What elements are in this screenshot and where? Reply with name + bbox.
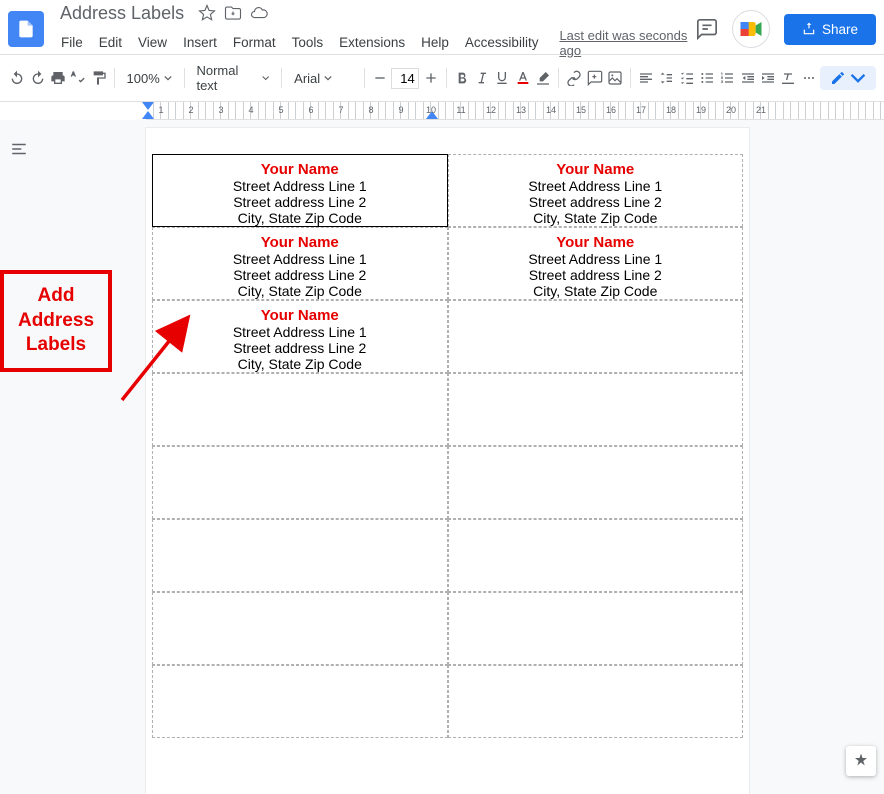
label-city: City, State Zip Code: [455, 283, 737, 299]
editing-mode-button[interactable]: [820, 66, 876, 90]
zoom-select[interactable]: 100%: [121, 67, 178, 90]
star-icon[interactable]: [198, 4, 216, 22]
label-cell[interactable]: Your NameStreet Address Line 1Street add…: [448, 227, 744, 300]
clear-formatting-button[interactable]: [779, 65, 797, 91]
menu-format[interactable]: Format: [226, 31, 283, 54]
label-city: City, State Zip Code: [159, 283, 441, 299]
bulleted-list-button[interactable]: [698, 65, 716, 91]
menu-edit[interactable]: Edit: [92, 31, 129, 54]
label-cell[interactable]: Your NameStreet Address Line 1Street add…: [152, 154, 448, 227]
cloud-status-icon[interactable]: [250, 4, 268, 22]
menu-file[interactable]: File: [54, 31, 90, 54]
comments-icon[interactable]: [696, 18, 718, 40]
insert-link-button[interactable]: [565, 65, 583, 91]
move-icon[interactable]: [224, 4, 242, 22]
label-name: Your Name: [159, 161, 441, 178]
checklist-button[interactable]: [678, 65, 696, 91]
spellcheck-button[interactable]: [69, 65, 87, 91]
label-cell[interactable]: [152, 592, 448, 665]
label-addr1: Street Address Line 1: [159, 178, 441, 194]
label-addr1: Street Address Line 1: [455, 178, 737, 194]
font-size-input[interactable]: 14: [391, 68, 419, 89]
label-cell[interactable]: [448, 300, 744, 373]
last-edit-link[interactable]: Last edit was seconds ago: [559, 28, 696, 58]
font-size-decrease-button[interactable]: [371, 65, 389, 91]
menu-view[interactable]: View: [131, 31, 174, 54]
label-addr2: Street address Line 2: [159, 194, 441, 210]
line-spacing-button[interactable]: [657, 65, 675, 91]
label-cell[interactable]: [448, 592, 744, 665]
label-cell[interactable]: [152, 665, 448, 738]
label-city: City, State Zip Code: [159, 356, 441, 372]
document-title[interactable]: Address Labels: [54, 1, 190, 26]
label-addr1: Street Address Line 1: [159, 251, 441, 267]
label-addr2: Street address Line 2: [159, 267, 441, 283]
insert-image-button[interactable]: [606, 65, 624, 91]
text-color-button[interactable]: [514, 65, 532, 91]
label-cell[interactable]: Your NameStreet Address Line 1Street add…: [152, 227, 448, 300]
paint-format-button[interactable]: [89, 65, 107, 91]
explore-button[interactable]: [846, 746, 876, 776]
paragraph-style-select[interactable]: Normal text: [190, 59, 275, 97]
insert-comment-button[interactable]: [585, 65, 603, 91]
label-addr2: Street address Line 2: [455, 194, 737, 210]
italic-button[interactable]: [473, 65, 491, 91]
docs-home-link[interactable]: [8, 11, 44, 47]
label-cell[interactable]: [448, 373, 744, 446]
label-cell[interactable]: [152, 446, 448, 519]
label-city: City, State Zip Code: [455, 210, 737, 226]
undo-button[interactable]: [8, 65, 26, 91]
label-cell[interactable]: Your NameStreet Address Line 1Street add…: [448, 154, 744, 227]
bold-button[interactable]: [453, 65, 471, 91]
label-cell[interactable]: [448, 665, 744, 738]
numbered-list-button[interactable]: [718, 65, 736, 91]
label-cell[interactable]: [152, 519, 448, 592]
menu-help[interactable]: Help: [414, 31, 456, 54]
toolbar: 100% Normal text Arial 14: [0, 55, 884, 101]
label-cell[interactable]: [448, 446, 744, 519]
share-button[interactable]: Share: [784, 14, 876, 45]
label-addr2: Street address Line 2: [159, 340, 441, 356]
label-cell[interactable]: [448, 519, 744, 592]
outline-toggle-icon[interactable]: [10, 140, 28, 158]
menu-extensions[interactable]: Extensions: [332, 31, 412, 54]
align-button[interactable]: [637, 65, 655, 91]
highlight-color-button[interactable]: [534, 65, 552, 91]
label-name: Your Name: [159, 307, 441, 324]
font-size-increase-button[interactable]: [421, 65, 439, 91]
menu-accessibility[interactable]: Accessibility: [458, 31, 546, 54]
decrease-indent-button[interactable]: [739, 65, 757, 91]
font-family-select[interactable]: Arial: [288, 67, 358, 90]
menu-insert[interactable]: Insert: [176, 31, 224, 54]
share-label: Share: [822, 22, 858, 37]
underline-button[interactable]: [493, 65, 511, 91]
label-name: Your Name: [455, 234, 737, 251]
label-cell[interactable]: [152, 373, 448, 446]
print-button[interactable]: [49, 65, 67, 91]
horizontal-ruler[interactable]: 123456789101112131415161718192021: [146, 102, 884, 120]
more-button[interactable]: [800, 65, 818, 91]
label-city: City, State Zip Code: [159, 210, 441, 226]
label-addr2: Street address Line 2: [455, 267, 737, 283]
meet-icon[interactable]: [732, 10, 770, 48]
document-page[interactable]: Your NameStreet Address Line 1Street add…: [146, 128, 749, 794]
increase-indent-button[interactable]: [759, 65, 777, 91]
label-name: Your Name: [455, 161, 737, 178]
label-cell[interactable]: Your NameStreet Address Line 1Street add…: [152, 300, 448, 373]
redo-button[interactable]: [28, 65, 46, 91]
annotation-callout: Add Address Labels: [0, 270, 112, 372]
label-name: Your Name: [159, 234, 441, 251]
menu-tools[interactable]: Tools: [285, 31, 331, 54]
label-addr1: Street Address Line 1: [455, 251, 737, 267]
label-addr1: Street Address Line 1: [159, 324, 441, 340]
menu-bar: File Edit View Insert Format Tools Exten…: [54, 28, 696, 58]
